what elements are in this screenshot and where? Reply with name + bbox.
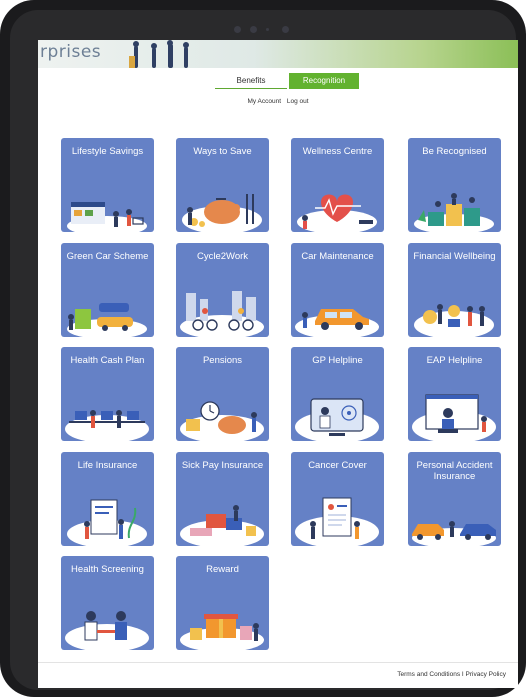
heart-health-icon	[297, 194, 377, 232]
tile-wellness-centre[interactable]: Wellness Centre	[291, 138, 384, 232]
family-insurance-icon	[67, 499, 147, 546]
tile-car-maintenance[interactable]: Car Maintenance	[291, 243, 384, 337]
tile-reward[interactable]: Reward	[176, 556, 269, 650]
tile-ways-to-save[interactable]: Ways to Save	[176, 138, 269, 232]
screening-icon	[65, 611, 149, 650]
terms-link[interactable]: Terms and Conditions	[397, 671, 460, 678]
camera-dot-icon	[234, 26, 241, 33]
tile-label: Personal Accident Insurance	[416, 460, 493, 482]
privacy-link[interactable]: Privacy Policy	[466, 671, 506, 678]
pension-icon	[180, 401, 264, 441]
finance-icon	[414, 304, 494, 337]
tile-pensions[interactable]: Pensions	[176, 347, 269, 441]
tile-health-cash-plan[interactable]: Health Cash Plan	[61, 347, 154, 441]
tile-financial-wellbeing[interactable]: Financial Wellbeing	[408, 243, 501, 337]
footer-separator: I	[461, 671, 464, 678]
sick-pay-icon	[180, 505, 264, 546]
office-health-icon	[65, 410, 149, 441]
footer: Terms and Conditions I Privacy Policy	[38, 662, 518, 688]
tile-label: Reward	[206, 564, 239, 575]
tile-green-car-scheme[interactable]: Green Car Scheme	[61, 243, 154, 337]
gift-icon	[180, 614, 264, 650]
logout-link[interactable]: Log out	[287, 98, 309, 105]
tile-label: Ways to Save	[193, 146, 252, 157]
bicycle-icon	[180, 291, 264, 337]
tile-label: Green Car Scheme	[66, 251, 149, 262]
tile-cancer-cover[interactable]: Cancer Cover	[291, 452, 384, 546]
people-illustration-icon	[129, 40, 189, 68]
tile-label: GP Helpline	[312, 355, 363, 366]
brand-text: rprises	[40, 42, 102, 62]
tile-label: Cancer Cover	[308, 460, 367, 471]
tile-label: Be Recognised	[422, 146, 487, 157]
screen: rprises Benefits Recognition My Account	[38, 40, 518, 688]
tablet-device-frame: rprises Benefits Recognition My Account	[0, 0, 526, 697]
tab-recognition[interactable]: Recognition	[289, 73, 359, 89]
tile-health-screening[interactable]: Health Screening	[61, 556, 154, 650]
podium-icon	[414, 193, 494, 232]
medical-report-icon	[295, 497, 379, 546]
tile-label: Cycle2Work	[196, 251, 249, 262]
header-banner: rprises	[38, 40, 518, 68]
tile-label: Life Insurance	[77, 460, 138, 471]
tile-cycle2work[interactable]: Cycle2Work	[176, 243, 269, 337]
tile-life-insurance[interactable]: Life Insurance	[61, 452, 154, 546]
tile-gp-helpline[interactable]: GP Helpline	[291, 347, 384, 441]
camera-dot-icon	[250, 26, 257, 33]
tile-label: Pensions	[202, 355, 243, 366]
account-links: My Account Log out	[38, 98, 518, 105]
tile-personal-accident-insurance[interactable]: Personal Accident Insurance	[408, 452, 501, 546]
tile-label: Lifestyle Savings	[71, 146, 144, 157]
tile-label: Sick Pay Insurance	[181, 460, 264, 471]
footer-links: Terms and Conditions I Privacy Policy	[397, 671, 506, 678]
tile-label: Wellness Centre	[302, 146, 373, 157]
car-repair-icon	[295, 309, 379, 337]
camera-dot-icon	[282, 26, 289, 33]
support-call-icon	[412, 394, 496, 441]
tile-eap-helpline[interactable]: EAP Helpline	[408, 347, 501, 441]
tile-label: Health Screening	[71, 564, 144, 575]
nav-tabs: Benefits Recognition	[38, 73, 518, 93]
tile-label: Health Cash Plan	[70, 355, 145, 366]
green-car-icon	[67, 303, 147, 337]
tab-benefits[interactable]: Benefits	[215, 73, 287, 89]
sensor-dot-icon	[266, 28, 269, 31]
shopping-icon	[67, 202, 147, 232]
tile-lifestyle-savings[interactable]: Lifestyle Savings	[61, 138, 154, 232]
tile-label: Car Maintenance	[301, 251, 374, 262]
piggy-bank-icon	[182, 194, 262, 232]
tile-be-recognised[interactable]: Be Recognised	[408, 138, 501, 232]
accident-car-icon	[412, 521, 496, 546]
tile-label: EAP Helpline	[426, 355, 483, 366]
tablet-bezel: rprises Benefits Recognition My Account	[10, 10, 518, 690]
doctor-video-icon	[295, 398, 379, 441]
tile-label: Financial Wellbeing	[413, 251, 496, 262]
tile-sick-pay-insurance[interactable]: Sick Pay Insurance	[176, 452, 269, 546]
my-account-link[interactable]: My Account	[247, 98, 281, 105]
